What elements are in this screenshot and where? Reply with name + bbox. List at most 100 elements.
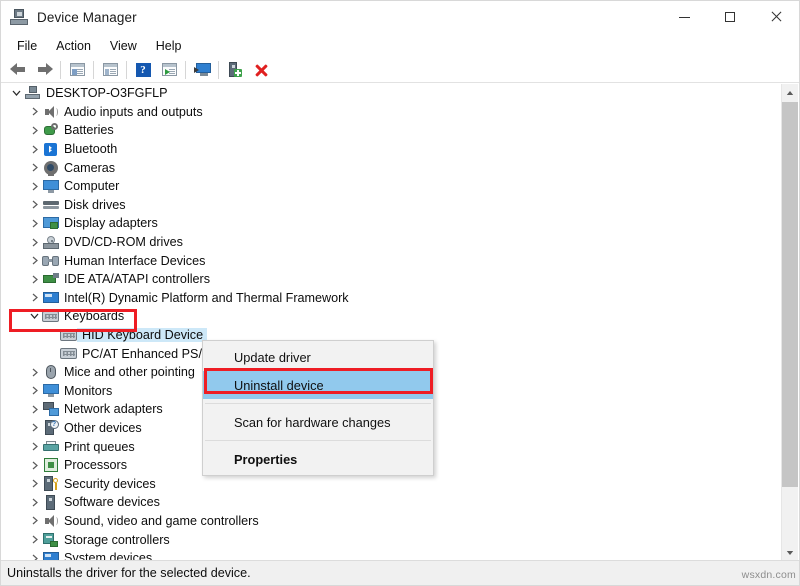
security-device-icon bbox=[42, 476, 59, 491]
chevron-right-icon[interactable] bbox=[27, 405, 42, 414]
chevron-right-icon[interactable] bbox=[27, 219, 42, 228]
tree-item[interactable]: Audio inputs and outputs bbox=[1, 103, 783, 122]
tree-item[interactable]: Computer bbox=[1, 177, 783, 196]
menu-file[interactable]: File bbox=[8, 36, 46, 56]
chevron-right-icon[interactable] bbox=[27, 516, 42, 525]
chevron-right-icon[interactable] bbox=[27, 535, 42, 544]
chevron-down-icon[interactable] bbox=[27, 313, 42, 319]
camera-icon bbox=[42, 161, 59, 175]
processor-icon bbox=[42, 458, 59, 472]
properties-button[interactable] bbox=[97, 58, 123, 82]
tree-item[interactable]: Software devices bbox=[1, 493, 783, 512]
toolbar: ? bbox=[1, 57, 799, 83]
chevron-right-icon[interactable] bbox=[27, 293, 42, 302]
chevron-right-icon[interactable] bbox=[27, 461, 42, 470]
tree-item-label: Human Interface Devices bbox=[59, 254, 205, 268]
context-menu-item-update-driver[interactable]: Update driver bbox=[203, 343, 433, 371]
chevron-right-icon[interactable] bbox=[27, 256, 42, 265]
other-device-icon: ? bbox=[42, 420, 59, 435]
forward-button[interactable] bbox=[31, 58, 57, 82]
tree-item[interactable]: DVD/CD-ROM drives bbox=[1, 233, 783, 252]
dvd-drive-icon bbox=[42, 236, 59, 249]
ide-controller-icon bbox=[42, 273, 59, 285]
window-controls bbox=[661, 1, 799, 33]
device-tree[interactable]: DESKTOP-O3FGFLP Audio inputs and outputs B… bbox=[1, 84, 783, 561]
toolbar-separator bbox=[126, 61, 127, 79]
menu-view[interactable]: View bbox=[101, 36, 146, 56]
scroll-down-button[interactable] bbox=[782, 544, 798, 561]
bluetooth-icon bbox=[42, 143, 59, 156]
scan-for-hardware-changes-button[interactable] bbox=[189, 58, 215, 82]
back-button[interactable] bbox=[5, 58, 31, 82]
tree-item-label: IDE ATA/ATAPI controllers bbox=[59, 272, 210, 286]
tree-item-label: DVD/CD-ROM drives bbox=[59, 235, 183, 249]
menu-action[interactable]: Action bbox=[47, 36, 100, 56]
monitor-icon bbox=[42, 180, 59, 193]
tree-item[interactable]: Storage controllers bbox=[1, 530, 783, 549]
chevron-right-icon[interactable] bbox=[27, 200, 42, 209]
context-menu-item-uninstall-device[interactable]: Uninstall device bbox=[203, 371, 433, 399]
tree-item[interactable]: Display adapters bbox=[1, 214, 783, 233]
chevron-right-icon[interactable] bbox=[27, 368, 42, 377]
tree-item-label: Audio inputs and outputs bbox=[59, 105, 203, 119]
add-legacy-hardware-button[interactable] bbox=[222, 58, 248, 82]
chevron-right-icon[interactable] bbox=[27, 442, 42, 451]
intel-platform-icon bbox=[42, 291, 59, 304]
chevron-right-icon[interactable] bbox=[27, 423, 42, 432]
context-menu-separator bbox=[205, 440, 431, 441]
chevron-right-icon[interactable] bbox=[27, 126, 42, 135]
chevron-right-icon[interactable] bbox=[27, 275, 42, 284]
tree-item-label: Display adapters bbox=[59, 216, 158, 230]
menu-help[interactable]: Help bbox=[147, 36, 191, 56]
tree-item[interactable]: DESKTOP-O3FGFLP bbox=[1, 84, 783, 103]
tree-item-label: Batteries bbox=[59, 123, 114, 137]
tree-item[interactable]: Security devices bbox=[1, 474, 783, 493]
chevron-right-icon[interactable] bbox=[27, 182, 42, 191]
context-menu-item-scan-for-hardware-changes[interactable]: Scan for hardware changes bbox=[203, 408, 433, 436]
keyboard-icon bbox=[60, 348, 77, 359]
chevron-right-icon[interactable] bbox=[27, 479, 42, 488]
minimize-button[interactable] bbox=[661, 1, 707, 33]
context-menu[interactable]: Update driverUninstall device Scan for ha… bbox=[202, 340, 434, 476]
chevron-right-icon[interactable] bbox=[27, 145, 42, 154]
scroll-up-button[interactable] bbox=[782, 84, 798, 101]
chevron-right-icon[interactable] bbox=[27, 163, 42, 172]
show-hide-console-tree-button[interactable] bbox=[64, 58, 90, 82]
tree-item[interactable]: Keyboards bbox=[1, 307, 783, 326]
tree-item[interactable]: Human Interface Devices bbox=[1, 251, 783, 270]
tree-item-label: Bluetooth bbox=[59, 142, 117, 156]
tree-item[interactable]: Intel(R) Dynamic Platform and Thermal Fr… bbox=[1, 289, 783, 308]
network-adapter-icon bbox=[42, 402, 59, 416]
uninstall-device-button[interactable] bbox=[248, 58, 274, 82]
tree-item[interactable]: Bluetooth bbox=[1, 140, 783, 159]
tree-item[interactable]: Cameras bbox=[1, 158, 783, 177]
tree-item[interactable]: IDE ATA/ATAPI controllers bbox=[1, 270, 783, 289]
watermark: wsxdn.com bbox=[742, 569, 796, 581]
maximize-button[interactable] bbox=[707, 1, 753, 33]
scrollbar-thumb[interactable] bbox=[782, 102, 798, 487]
chevron-right-icon[interactable] bbox=[27, 107, 42, 116]
tree-item-label: Monitors bbox=[59, 384, 112, 398]
context-menu-separator bbox=[205, 403, 431, 404]
tree-item[interactable]: Disk drives bbox=[1, 196, 783, 215]
tree-item[interactable]: Batteries bbox=[1, 121, 783, 140]
keyboard-icon bbox=[60, 330, 77, 341]
vertical-scrollbar[interactable] bbox=[781, 84, 798, 561]
tree-item-label: Security devices bbox=[59, 477, 156, 491]
toolbar-separator bbox=[93, 61, 94, 79]
storage-controller-icon bbox=[42, 533, 59, 547]
context-menu-item-properties[interactable]: Properties bbox=[203, 445, 433, 473]
help-button[interactable]: ? bbox=[130, 58, 156, 82]
printer-icon bbox=[42, 441, 59, 453]
close-button[interactable] bbox=[753, 1, 799, 33]
tree-item[interactable]: Sound, video and game controllers bbox=[1, 512, 783, 531]
chevron-right-icon[interactable] bbox=[27, 238, 42, 247]
chevron-down-icon[interactable] bbox=[9, 90, 24, 96]
maximize-icon bbox=[725, 12, 735, 22]
forward-arrow-icon bbox=[36, 63, 53, 76]
update-driver-button[interactable] bbox=[156, 58, 182, 82]
chevron-right-icon[interactable] bbox=[27, 386, 42, 395]
chevron-right-icon[interactable] bbox=[27, 498, 42, 507]
disk-drive-icon bbox=[42, 199, 59, 210]
keyboard-icon bbox=[42, 311, 59, 322]
